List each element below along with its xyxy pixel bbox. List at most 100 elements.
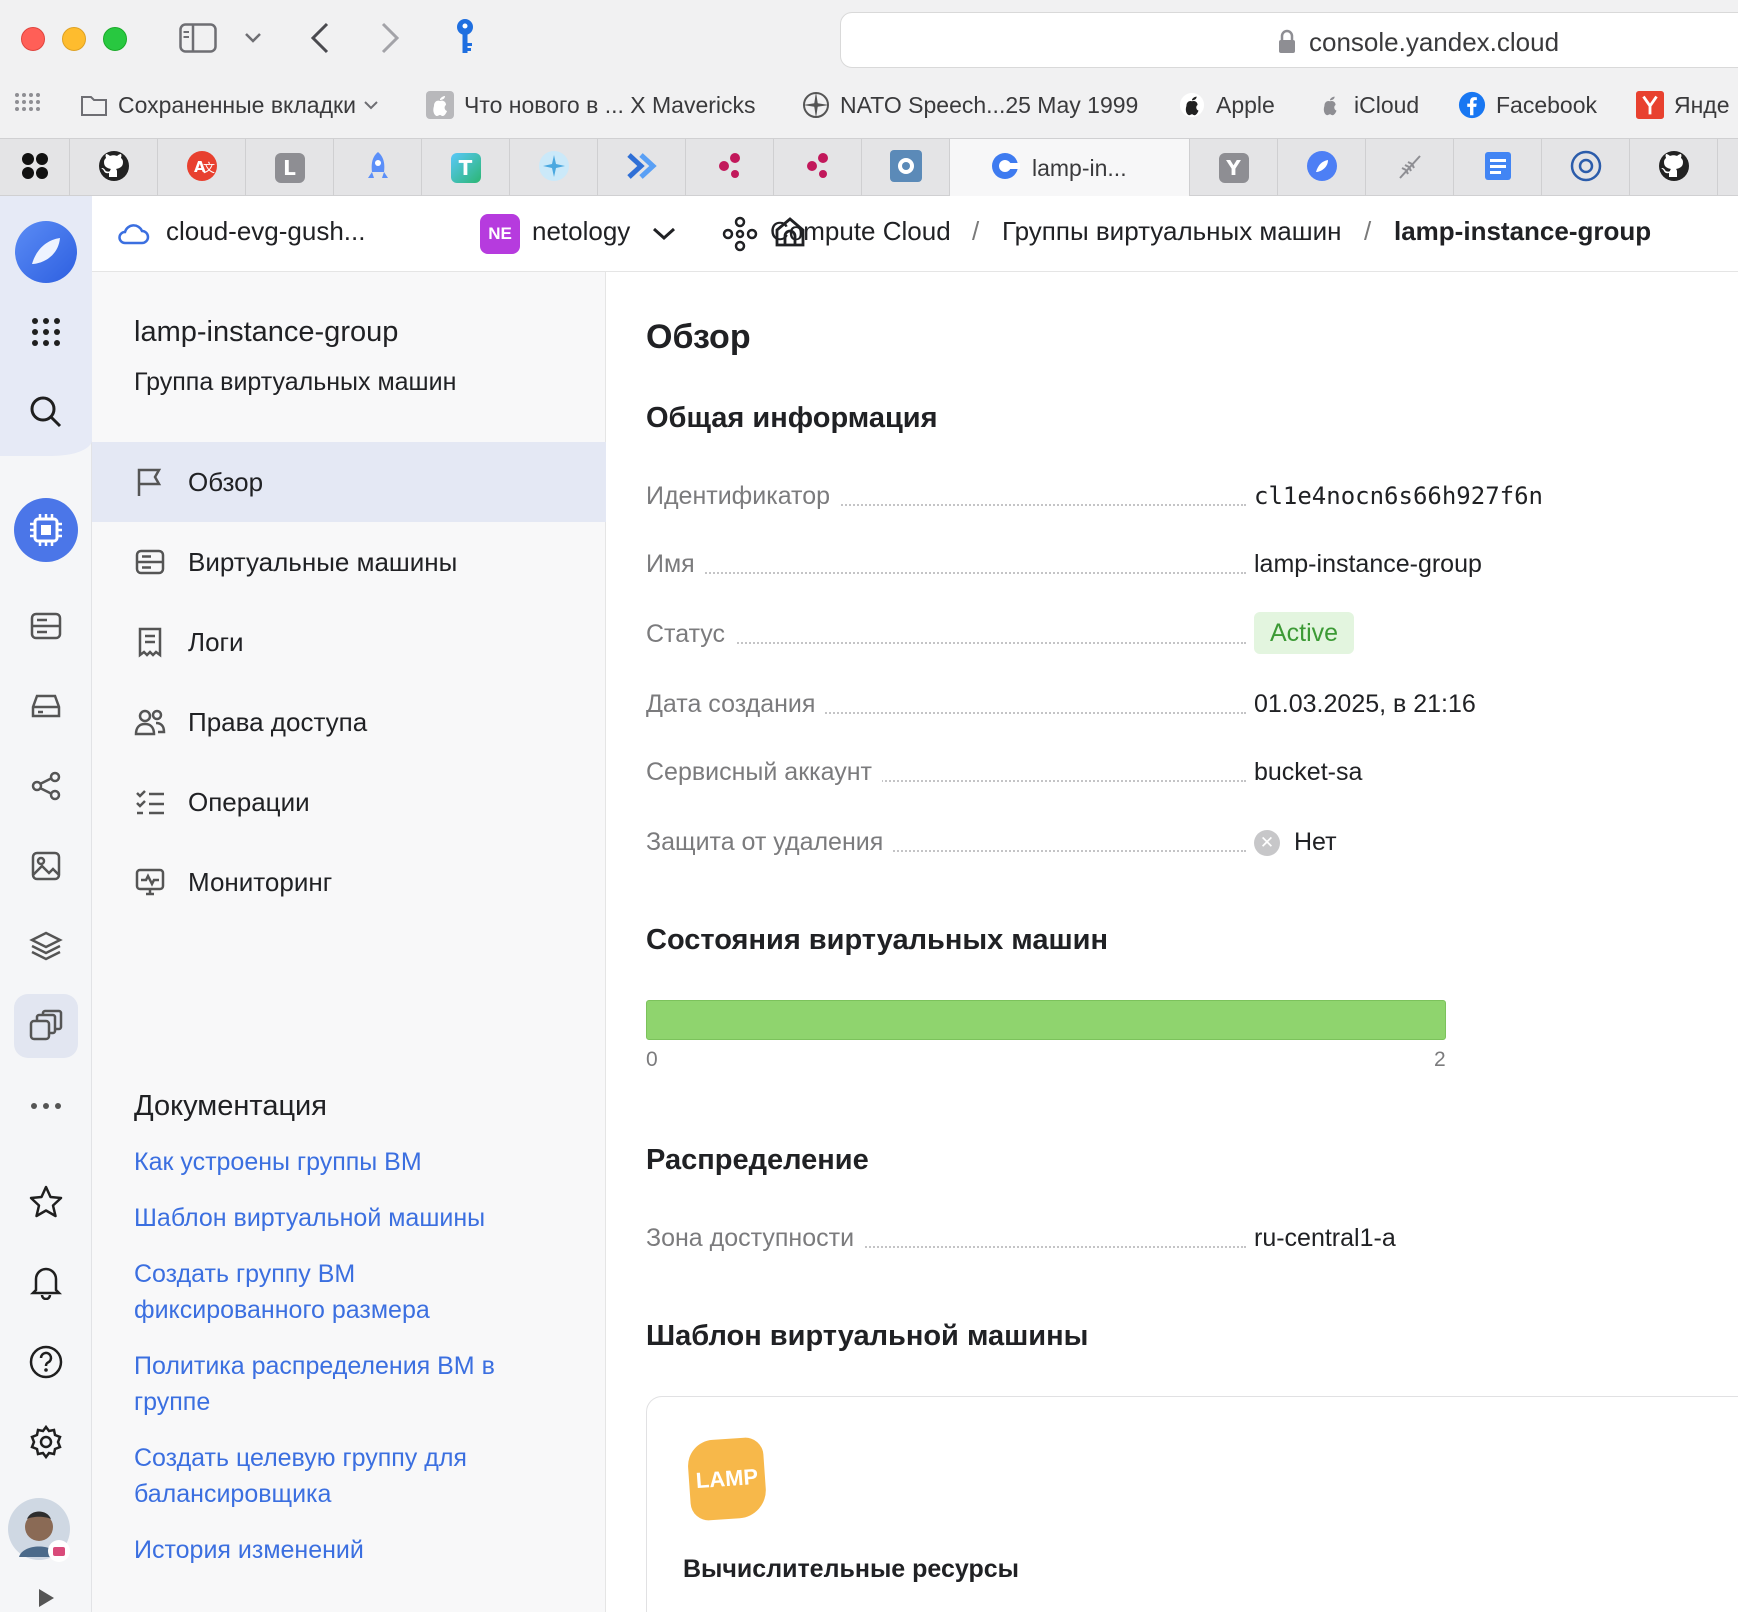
subnav-item-vms[interactable]: Виртуальные машины — [92, 522, 606, 602]
network-icon[interactable] — [14, 754, 78, 818]
breadcrumb-compute-cloud[interactable]: Compute Cloud — [770, 216, 951, 247]
molecule-icon — [715, 151, 745, 186]
more-icon[interactable] — [14, 1074, 78, 1138]
tab-pinned[interactable] — [686, 139, 774, 197]
tab-pinned[interactable]: A文 — [158, 139, 246, 197]
bookmark-icloud[interactable]: iCloud — [1316, 88, 1419, 122]
doc-link[interactable]: Создать целевую группу для балансировщик… — [134, 1440, 534, 1512]
compute-cloud-icon[interactable] — [14, 498, 78, 562]
tab-pinned[interactable]: T — [422, 139, 510, 197]
section-title-general: Общая информация — [646, 402, 938, 434]
tab-pinned[interactable] — [598, 139, 686, 197]
expand-icon[interactable] — [14, 1578, 78, 1612]
sidebar-toggle-icon[interactable] — [176, 20, 220, 56]
tab-pinned[interactable] — [0, 139, 70, 197]
tab-title: lamp-in... — [1032, 154, 1127, 181]
lamp-logo: LAMP — [686, 1436, 768, 1522]
search-icon[interactable] — [14, 380, 78, 444]
address-bar[interactable]: console.yandex.cloud — [840, 12, 1738, 68]
password-key-icon[interactable] — [450, 19, 480, 56]
subnav-item-label: Операции — [188, 786, 310, 817]
yandex-cloud-icon — [1306, 150, 1338, 187]
subnav-item-monitoring[interactable]: Мониторинг — [92, 842, 606, 922]
close-window-button[interactable] — [21, 27, 45, 51]
apps-grid-icon[interactable] — [14, 88, 40, 122]
field-value-zone: ru-central1-a — [1254, 1224, 1396, 1252]
settings-gear-icon[interactable] — [14, 1410, 78, 1474]
yandex-cloud-logo-icon[interactable] — [14, 220, 78, 284]
layers-icon[interactable] — [14, 914, 78, 978]
subnav-item-operations[interactable]: Операции — [92, 762, 606, 842]
letter-l-icon: L — [274, 153, 305, 183]
bookmark-facebook[interactable]: Facebook — [1458, 88, 1597, 122]
subnav-item-access[interactable]: Права доступа — [92, 682, 606, 762]
subnav-item-overview[interactable]: Обзор — [92, 442, 606, 522]
folder-selector[interactable]: netology — [532, 216, 630, 247]
tab-pinned[interactable]: Y — [1190, 139, 1278, 197]
service-hub-icon[interactable] — [722, 216, 758, 257]
status-badge: Active — [1254, 612, 1355, 654]
minimize-window-button[interactable] — [62, 27, 86, 51]
bookmark-mavericks[interactable]: Что нового в ... X Mavericks — [426, 88, 756, 122]
back-icon[interactable] — [302, 20, 338, 56]
avatar[interactable] — [6, 1496, 74, 1564]
doc-link[interactable]: Шаблон виртуальной машины — [134, 1200, 554, 1236]
instance-groups-icon[interactable] — [14, 994, 78, 1058]
tab-pinned[interactable] — [1454, 139, 1542, 197]
cloud-selector[interactable]: cloud-evg-gush... — [166, 216, 365, 247]
doc-link[interactable]: История изменений — [134, 1532, 554, 1568]
breadcrumb-instance-groups[interactable]: Группы виртуальных машин — [1002, 216, 1342, 247]
compute-resources-title: Вычислительные ресурсы — [683, 1555, 1019, 1583]
tab-pinned[interactable] — [774, 139, 862, 197]
global-nav-rail — [0, 196, 92, 1612]
tab-pinned[interactable]: L — [246, 139, 334, 197]
bookmark-apple[interactable]: Apple — [1178, 88, 1275, 122]
letter-y-icon: Y — [1218, 153, 1249, 183]
svg-text:文: 文 — [203, 160, 215, 175]
bookmark-label: Apple — [1216, 91, 1275, 118]
image-icon[interactable] — [14, 834, 78, 898]
server-icon[interactable] — [14, 594, 78, 658]
forward-icon[interactable] — [372, 20, 408, 56]
tab-pinned[interactable] — [510, 139, 598, 197]
doc-link[interactable]: Как устроены группы ВМ — [134, 1144, 554, 1180]
bell-icon[interactable] — [14, 1250, 78, 1314]
field-row-id: Идентификатор cl1e4nocn6s66h927f6n — [646, 478, 1706, 518]
tab-pinned[interactable] — [1630, 139, 1718, 197]
tab-pinned[interactable] — [862, 139, 950, 197]
section-title-distribution: Распределение — [646, 1144, 869, 1176]
chevron-down-icon[interactable] — [652, 226, 676, 247]
doc-link[interactable]: Политика распределения ВМ в группе — [134, 1348, 554, 1420]
zoom-window-button[interactable] — [103, 27, 127, 51]
subnav-item-label: Виртуальные машины — [188, 546, 458, 577]
bookmark-nato[interactable]: NATO Speech...25 May 1999 — [802, 88, 1138, 122]
facebook-icon — [1458, 91, 1486, 119]
star-icon[interactable] — [14, 1170, 78, 1234]
subnav-item-logs[interactable]: Логи — [92, 602, 606, 682]
chevron-down-icon[interactable] — [240, 20, 266, 56]
subnav-item-label: Обзор — [188, 466, 264, 497]
tab-pinned[interactable] — [1366, 139, 1454, 197]
bookmark-yandex[interactable]: Янде — [1636, 88, 1730, 122]
field-value-id[interactable]: cl1e4nocn6s66h927f6n — [1254, 482, 1543, 510]
tab-pinned[interactable] — [334, 139, 422, 197]
bookmark-saved-tabs[interactable]: Сохраненные вкладки — [80, 88, 378, 122]
tab-strip: A文 L T lamp-in... Y — [0, 138, 1738, 197]
doc-link[interactable]: Создать группу ВМ фиксированного размера — [134, 1256, 494, 1328]
sparkle-icon — [538, 150, 570, 187]
tab-active[interactable]: lamp-in... — [950, 139, 1190, 197]
vm-states-bar[interactable] — [646, 1000, 1446, 1040]
field-label: Дата создания — [646, 690, 826, 719]
field-label: Зона доступности — [646, 1224, 865, 1253]
storage-drive-icon[interactable] — [14, 674, 78, 738]
services-grid-icon[interactable] — [14, 300, 78, 364]
apple-icon — [1178, 91, 1206, 119]
tab-pinned[interactable] — [1542, 139, 1630, 197]
field-label: Идентификатор — [646, 482, 841, 511]
help-icon[interactable] — [14, 1330, 78, 1394]
service-account-link[interactable]: bucket-sa — [1254, 758, 1362, 787]
tab-pinned[interactable] — [70, 139, 158, 197]
chevron-down-icon — [364, 100, 378, 109]
tab-pinned[interactable] — [1278, 139, 1366, 197]
monitor-icon — [132, 864, 168, 900]
